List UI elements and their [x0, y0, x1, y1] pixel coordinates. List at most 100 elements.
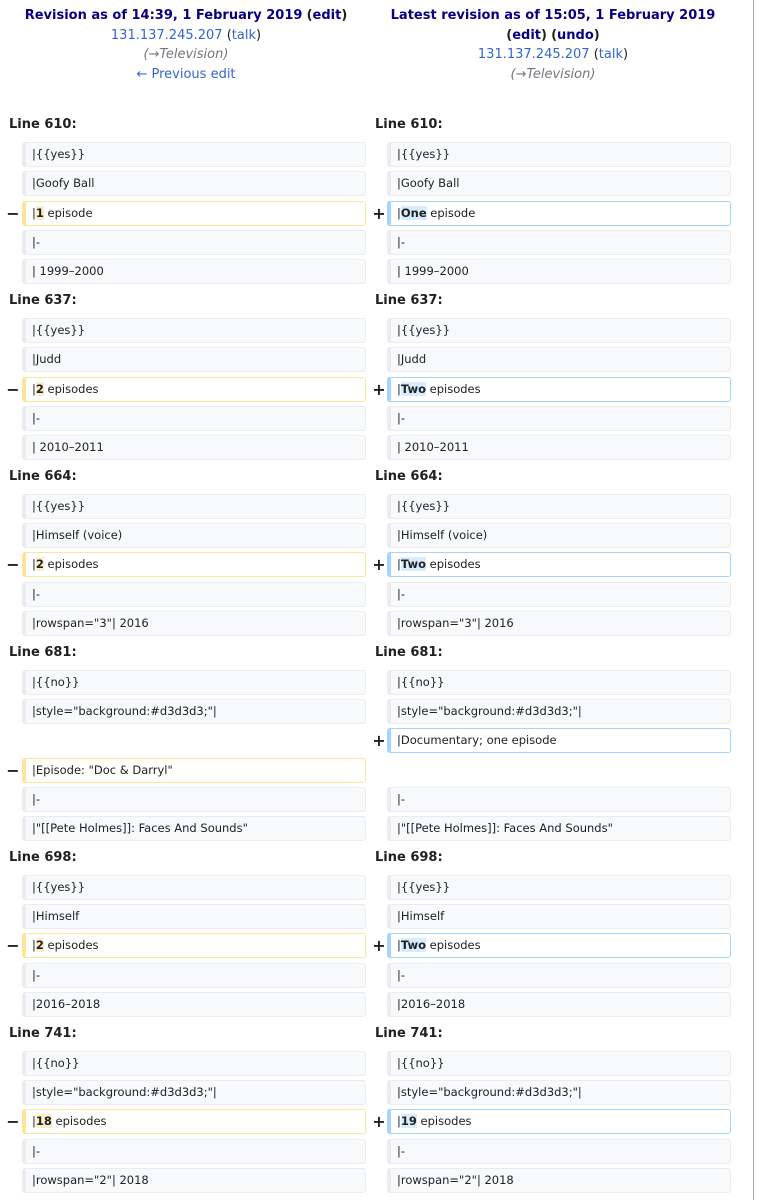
right-diff-line: |Two episodes	[387, 377, 731, 402]
left-text: episodes	[43, 382, 99, 396]
old-revision-header: Revision as of 14:39, 1 February 2019 (e…	[0, 6, 372, 84]
left-diff-line: |rowspan="2"| 2018	[22, 1168, 366, 1193]
plus-marker: +	[372, 380, 386, 399]
old-user-link[interactable]: 131.137.245.207	[111, 28, 223, 43]
left-diff-line: |-	[22, 582, 366, 607]
new-user-link[interactable]: 131.137.245.207	[478, 47, 590, 62]
plus-marker: +	[372, 1112, 386, 1131]
right-diff-line: |rowspan="2"| 2018	[387, 1168, 731, 1193]
right-diff-line: |style="background:#d3d3d3;"|	[387, 1080, 731, 1105]
plus-marker: +	[372, 204, 386, 223]
left-diff-line: |Goofy Ball	[22, 171, 366, 196]
left-changed-text: 2	[35, 557, 44, 571]
left-diff-line: | 1999–2000	[22, 259, 366, 284]
left-diff-line: |style="background:#d3d3d3;"|	[22, 1080, 366, 1105]
old-section-arrow-link[interactable]: →	[149, 47, 160, 62]
right-diff-line: |Judd	[387, 347, 731, 372]
right-diff-line: |{{yes}}	[387, 142, 731, 167]
right-diff-line: |Himself (voice)	[387, 523, 731, 548]
right-diff-line: |2016–2018	[387, 992, 731, 1017]
right-changed-text: Two	[400, 382, 426, 396]
left-diff-line: |2 episodes	[22, 377, 366, 402]
left-diff-line: |rowspan="3"| 2016	[22, 611, 366, 636]
right-text: episodes	[425, 557, 481, 571]
right-diff-line: | 2010–2011	[387, 435, 731, 460]
right-diff-line: |19 episodes	[387, 1109, 731, 1134]
line-number-right: Line 610:	[375, 117, 443, 132]
old-edit-summary: (→Television)	[143, 47, 229, 62]
left-changed-text: 2	[35, 938, 44, 952]
old-revision-link[interactable]: Revision as of 14:39, 1 February 2019	[25, 8, 303, 23]
left-diff-line: |Himself	[22, 904, 366, 929]
right-diff-line: |Two episodes	[387, 933, 731, 958]
right-diff-line: |-	[387, 230, 731, 255]
new-revision-link[interactable]: Latest revision as of 15:05, 1 February …	[391, 8, 716, 23]
left-text: episodes	[43, 938, 99, 952]
minus-marker: −	[6, 761, 20, 780]
left-diff-line: | 2010–2011	[22, 435, 366, 460]
right-diff-line: |One episode	[387, 201, 731, 226]
line-number-right: Line 698:	[375, 849, 443, 865]
new-edit-link[interactable]: edit	[512, 28, 541, 43]
left-diff-line: |{{no}}	[22, 670, 366, 695]
left-diff-line: |{{yes}}	[22, 318, 366, 343]
previous-edit-link[interactable]: ← Previous edit	[136, 67, 235, 82]
plus-marker: +	[372, 555, 386, 574]
new-section-arrow-link[interactable]: →	[516, 67, 527, 82]
right-diff-line: |-	[387, 787, 731, 812]
minus-marker: −	[6, 555, 20, 574]
old-edit-link[interactable]: edit	[313, 8, 342, 23]
line-number-left: Line 610:	[9, 117, 77, 132]
left-diff-line: |{{yes}}	[22, 142, 366, 167]
left-changed-text: 18	[35, 1114, 52, 1128]
left-diff-line: |2016–2018	[22, 992, 366, 1017]
right-text: episode	[426, 206, 476, 220]
left-diff-line: |2 episodes	[22, 552, 366, 577]
left-diff-line: |2 episodes	[22, 933, 366, 958]
left-text: episode	[43, 206, 93, 220]
undo-link[interactable]: undo	[557, 28, 594, 43]
new-talk-link[interactable]: talk	[599, 47, 623, 62]
line-number-right: Line 664:	[375, 468, 443, 484]
right-diff-line: |{{yes}}	[387, 875, 731, 900]
left-diff-line: |{{no}}	[22, 1051, 366, 1076]
left-changed-text: 2	[35, 382, 44, 396]
left-diff-line: |-	[22, 1139, 366, 1164]
left-diff-line: |Himself (voice)	[22, 523, 366, 548]
left-changed-text: 1	[35, 206, 44, 220]
right-diff-line: |rowspan="3"| 2016	[387, 611, 731, 636]
line-number-left: Line 637:	[9, 292, 77, 308]
line-number-right: Line 637:	[375, 292, 443, 308]
new-edit-summary: (→Television)	[510, 66, 596, 82]
left-diff-line: |-	[22, 963, 366, 988]
left-diff-line: |-	[22, 406, 366, 431]
left-diff-line: |style="background:#d3d3d3;"|	[22, 699, 366, 724]
new-revision-header: Latest revision as of 15:05, 1 February …	[372, 6, 734, 84]
right-changed-text: Two	[400, 938, 426, 952]
left-text: episodes	[43, 557, 99, 571]
new-section-name: Television	[526, 66, 591, 82]
minus-marker: −	[6, 380, 20, 399]
line-number-right: Line 681:	[375, 644, 443, 660]
line-number-left: Line 698:	[9, 849, 77, 865]
right-changed-text: One	[400, 206, 427, 220]
right-diff-line: |{{no}}	[387, 670, 731, 695]
right-diff-line: |Two episodes	[387, 552, 731, 577]
right-changed-text: Two	[400, 557, 426, 571]
right-diff-line: |Documentary; one episode	[387, 728, 731, 753]
left-diff-line: |{{yes}}	[22, 494, 366, 519]
minus-marker: −	[6, 1112, 20, 1131]
right-text: episodes	[425, 938, 481, 952]
right-diff-line: |-	[387, 582, 731, 607]
line-number-left: Line 664:	[9, 468, 77, 484]
left-diff-line: |Judd	[22, 347, 366, 372]
left-diff-line: |"[[Pete Holmes]]: Faces And Sounds"	[22, 816, 366, 841]
right-changed-text: 19	[400, 1114, 417, 1128]
left-text: episodes	[51, 1114, 107, 1128]
line-number-right: Line 741:	[375, 1025, 443, 1041]
left-diff-line: |18 episodes	[22, 1109, 366, 1134]
old-talk-link[interactable]: talk	[232, 28, 256, 43]
left-diff-line: |-	[22, 787, 366, 812]
right-diff-line: |{{yes}}	[387, 318, 731, 343]
right-text: episodes	[416, 1114, 472, 1128]
